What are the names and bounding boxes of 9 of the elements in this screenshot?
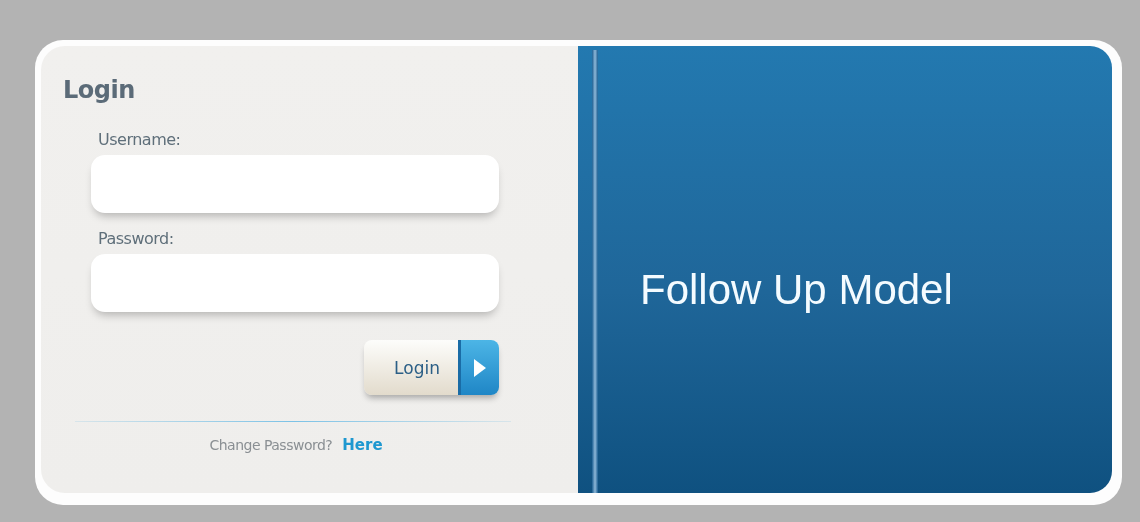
- input-field[interactable]: [91, 155, 499, 213]
- banner-title: Follow Up Model: [640, 265, 953, 314]
- login-title: Login: [63, 76, 136, 106]
- arrow-icon: [473, 357, 487, 378]
- login-button[interactable]: Login: [364, 340, 499, 395]
- input-field[interactable]: [91, 254, 499, 312]
- change-password-text: Change Password?: [209, 437, 333, 453]
- field-label: Username:: [98, 130, 182, 149]
- field-label: Password:: [98, 229, 175, 248]
